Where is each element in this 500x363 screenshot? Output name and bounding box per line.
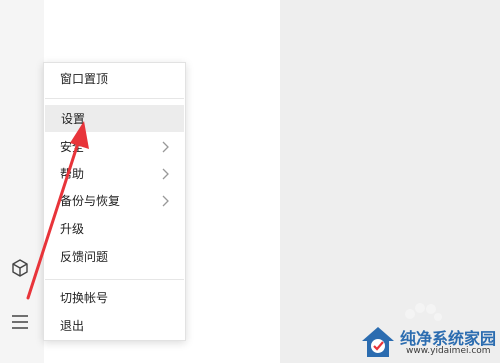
left-sidebar bbox=[0, 0, 44, 363]
menu-item-label: 安全 bbox=[60, 140, 85, 154]
menu-divider bbox=[45, 98, 184, 99]
house-logo-icon bbox=[362, 327, 394, 357]
menu-item-label: 设置 bbox=[61, 112, 86, 126]
cube-icon[interactable] bbox=[8, 256, 32, 280]
menu-item-upgrade[interactable]: 升级 bbox=[44, 215, 185, 242]
menu-item-exit[interactable]: 退出 bbox=[44, 312, 185, 339]
menu-item-label: 反馈问题 bbox=[60, 250, 109, 264]
menu-item-backup-restore[interactable]: 备份与恢复 bbox=[44, 187, 185, 214]
menu-item-label: 退出 bbox=[60, 319, 85, 333]
menu-item-pin-window[interactable]: 窗口置顶 bbox=[44, 65, 185, 92]
hamburger-menu-icon[interactable] bbox=[8, 310, 32, 334]
menu-item-label: 窗口置顶 bbox=[60, 72, 109, 86]
menu-item-security[interactable]: 安全 bbox=[44, 133, 185, 160]
content-pane bbox=[280, 0, 500, 363]
menu-item-label: 备份与恢复 bbox=[60, 194, 121, 208]
menu-item-label: 升级 bbox=[60, 222, 85, 236]
chevron-right-icon bbox=[162, 141, 169, 153]
main-menu-popup: 窗口置顶 设置 安全 帮助 备份与恢复 升级 反馈问题 切换帐号 退出 bbox=[43, 62, 186, 341]
chevron-right-icon bbox=[162, 168, 169, 180]
watermark-url: www.yidaimei.com bbox=[406, 346, 491, 356]
site-watermark: 纯净系统家园 www.yidaimei.com bbox=[360, 322, 500, 363]
menu-divider bbox=[45, 279, 184, 280]
menu-item-label: 切换帐号 bbox=[60, 291, 109, 305]
menu-item-settings[interactable]: 设置 bbox=[45, 105, 184, 132]
menu-item-label: 帮助 bbox=[60, 167, 85, 181]
menu-item-help[interactable]: 帮助 bbox=[44, 160, 185, 187]
menu-item-switch-account[interactable]: 切换帐号 bbox=[44, 284, 185, 311]
chevron-right-icon bbox=[162, 195, 169, 207]
menu-item-feedback[interactable]: 反馈问题 bbox=[44, 243, 185, 270]
